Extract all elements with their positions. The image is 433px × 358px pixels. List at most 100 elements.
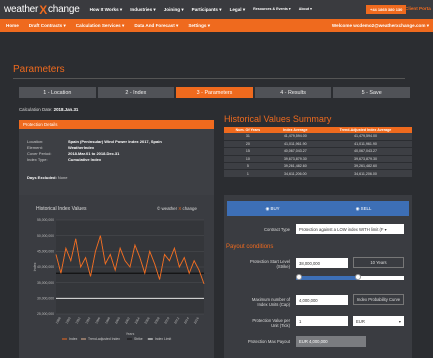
step-location[interactable]: 1 - Location	[19, 87, 96, 98]
x-tick-label: 2006	[144, 316, 151, 324]
menu-draft-contracts[interactable]: Draft Contracts ▾	[29, 23, 66, 29]
legend-label: Index Limit	[155, 337, 171, 341]
currency-select[interactable]: EUR ▾	[353, 316, 404, 326]
value-per-unit-label: Protection Value per Unit (Tick)	[252, 318, 290, 328]
probability-curve-button[interactable]: Index Probability Curve	[353, 294, 404, 305]
x-tick-label: 2016	[193, 316, 200, 324]
menu-participants[interactable]: Participants ▾	[192, 7, 222, 13]
max-units-input[interactable]: 4,000,000	[296, 295, 348, 305]
brand-logo[interactable]: weather X change	[4, 3, 80, 17]
x-tick-label: 2014	[183, 316, 190, 324]
wizard-steps: 1 - Location 2 - Index 3 - Parameters 4 …	[19, 87, 410, 98]
menu-data-forecast[interactable]: Data And Forecast ▾	[134, 23, 178, 29]
table-row: 31 41,479,594.00 41,479,594.00	[224, 133, 412, 141]
slider-knob-left[interactable]	[296, 274, 302, 280]
historical-summary-title: Historical Values Summary	[224, 114, 332, 124]
max-units-label: Maximum number of Index Units (Cap)	[251, 297, 290, 307]
menu-settings[interactable]: Settings ▾	[188, 23, 210, 29]
step-index[interactable]: 2 - Index	[97, 87, 175, 98]
table-row: 1 34,611,206.00 34,611,206.00	[224, 169, 412, 178]
client-portal-link[interactable]: Client Porta	[405, 6, 431, 11]
brand-x-icon: X	[39, 2, 47, 17]
sell-option[interactable]: ◉ SELL	[318, 206, 409, 212]
detail-location-label: Location:	[27, 139, 44, 144]
menu-how-it-works[interactable]: How It Works ▾	[90, 7, 123, 13]
x-axis-label: Years	[126, 332, 135, 336]
menu-joining[interactable]: Joining ▾	[164, 7, 184, 13]
buy-option[interactable]: ◉ BUY	[227, 206, 318, 212]
user-menu[interactable]: Welcome wcdemo2@weatherxchange.com ▾	[332, 23, 429, 29]
days-excluded: Days Excluded: None	[27, 175, 68, 180]
payout-conditions-header: Payout conditions	[226, 244, 274, 250]
historical-summary-table: Num. Of Years Index Average Trend-Adjust…	[224, 127, 412, 178]
sub-navbar: Home Draft Contracts ▾ Calculation Servi…	[0, 19, 433, 32]
value-per-unit-input[interactable]: 1	[296, 316, 348, 326]
y-tick-label: 25,000,000	[37, 312, 54, 316]
detail-indextype-value: Cumulative Index	[68, 157, 102, 162]
max-payout-label: Protection Max Payout	[247, 339, 290, 344]
table-row: 15 40,067,043.27 40,067,043.27	[224, 147, 412, 156]
x-tick-label: 1988	[55, 316, 62, 324]
y-axis-label: Index	[33, 262, 37, 271]
y-tick-label: 40,000,000	[37, 265, 54, 269]
legend-label: Trend-adjusted Index	[88, 337, 120, 341]
y-tick-label: 55,000,000	[37, 218, 54, 222]
step-parameters[interactable]: 3 - Parameters	[176, 87, 253, 98]
x-tick-label: 1992	[75, 316, 82, 324]
menu-calculation-services[interactable]: Calculation Services ▾	[76, 23, 125, 29]
chart-title: Historical Index Values	[36, 206, 87, 212]
buy-sell-toggle: ◉ BUY ◉ SELL	[227, 201, 409, 216]
detail-element-label: Element:	[27, 145, 43, 150]
table-row: 20 41,011,961.90 41,011,961.90	[224, 140, 412, 149]
page-title: Parameters	[13, 64, 65, 75]
detail-location-value: Spain (Peninsular) Wind Power Index 2017…	[68, 139, 162, 144]
step-results[interactable]: 4 - Results	[254, 87, 332, 98]
y-tick-label: 30,000,000	[37, 297, 54, 301]
x-tick-label: 2008	[153, 316, 160, 324]
top-navbar: weather X change How It Works ▾ Industri…	[0, 0, 433, 19]
menu-legal[interactable]: Legal ▾	[230, 7, 246, 13]
detail-indextype-label: Index Type:	[27, 157, 48, 162]
detail-period-value: 2018.Mar.01 to 2018.Dec.31	[68, 151, 120, 156]
x-tick-label: 2002	[124, 316, 131, 324]
x-tick-label: 2004	[134, 316, 141, 324]
x-tick-label: 1998	[104, 316, 111, 324]
strike-label: Protection Start Level (Strike)	[249, 259, 290, 269]
slider-knob-right[interactable]	[354, 274, 361, 280]
contract-type-select[interactable]: Protection against a LOW index WITH limi…	[296, 224, 404, 234]
strike-slider[interactable]	[296, 274, 404, 280]
title-divider	[13, 78, 405, 79]
table-row: 5 39,261,482.60 39,261,482.60	[224, 162, 412, 171]
max-payout-value: EUR 4,000,000	[296, 336, 366, 347]
strike-input[interactable]: 38,000,000	[296, 258, 348, 268]
y-tick-label: 45,000,000	[37, 250, 54, 254]
calculation-date: Calculation Date: 2018.Jan.31	[19, 107, 79, 112]
menu-resources-events[interactable]: Resources & Events ▾	[253, 7, 291, 13]
home-link[interactable]: Home	[6, 23, 19, 29]
chevron-down-icon: ▾	[398, 318, 401, 324]
ten-years-button[interactable]: 10 Years	[353, 257, 404, 268]
menu-about[interactable]: About ▾	[299, 7, 312, 13]
step-save[interactable]: 5 - Save	[333, 87, 410, 98]
chart-brand-logo: © weather X change	[157, 206, 197, 211]
y-tick-label: 50,000,000	[37, 234, 54, 238]
phone-number[interactable]: +44 1865 380 130	[366, 5, 407, 14]
legend-label: Strike	[134, 337, 143, 341]
x-tick-label: 1996	[94, 316, 101, 324]
table-row: 10 39,673,879.30 39,673,879.30	[224, 155, 412, 164]
menu-industries[interactable]: Industries ▾	[130, 7, 156, 13]
brand-right: change	[48, 4, 80, 15]
x-tick-label: 2010	[163, 316, 170, 324]
x-tick-label: 1990	[65, 316, 72, 324]
x-tick-label: 1994	[84, 316, 91, 324]
calculation-date-value: 2018.Jan.31	[53, 107, 79, 112]
contract-type-label: Contract Type	[264, 227, 290, 232]
x-tick-label: 2012	[173, 316, 180, 324]
y-tick-label: 35,000,000	[37, 281, 54, 285]
detail-period-label: Cover Period:	[27, 151, 52, 156]
legend-label: Index	[69, 337, 78, 341]
x-tick-label: 2000	[114, 316, 121, 324]
slider-fill	[296, 276, 358, 280]
protection-details-header: Protection Details	[19, 120, 214, 129]
brand-left: weather	[4, 4, 39, 15]
